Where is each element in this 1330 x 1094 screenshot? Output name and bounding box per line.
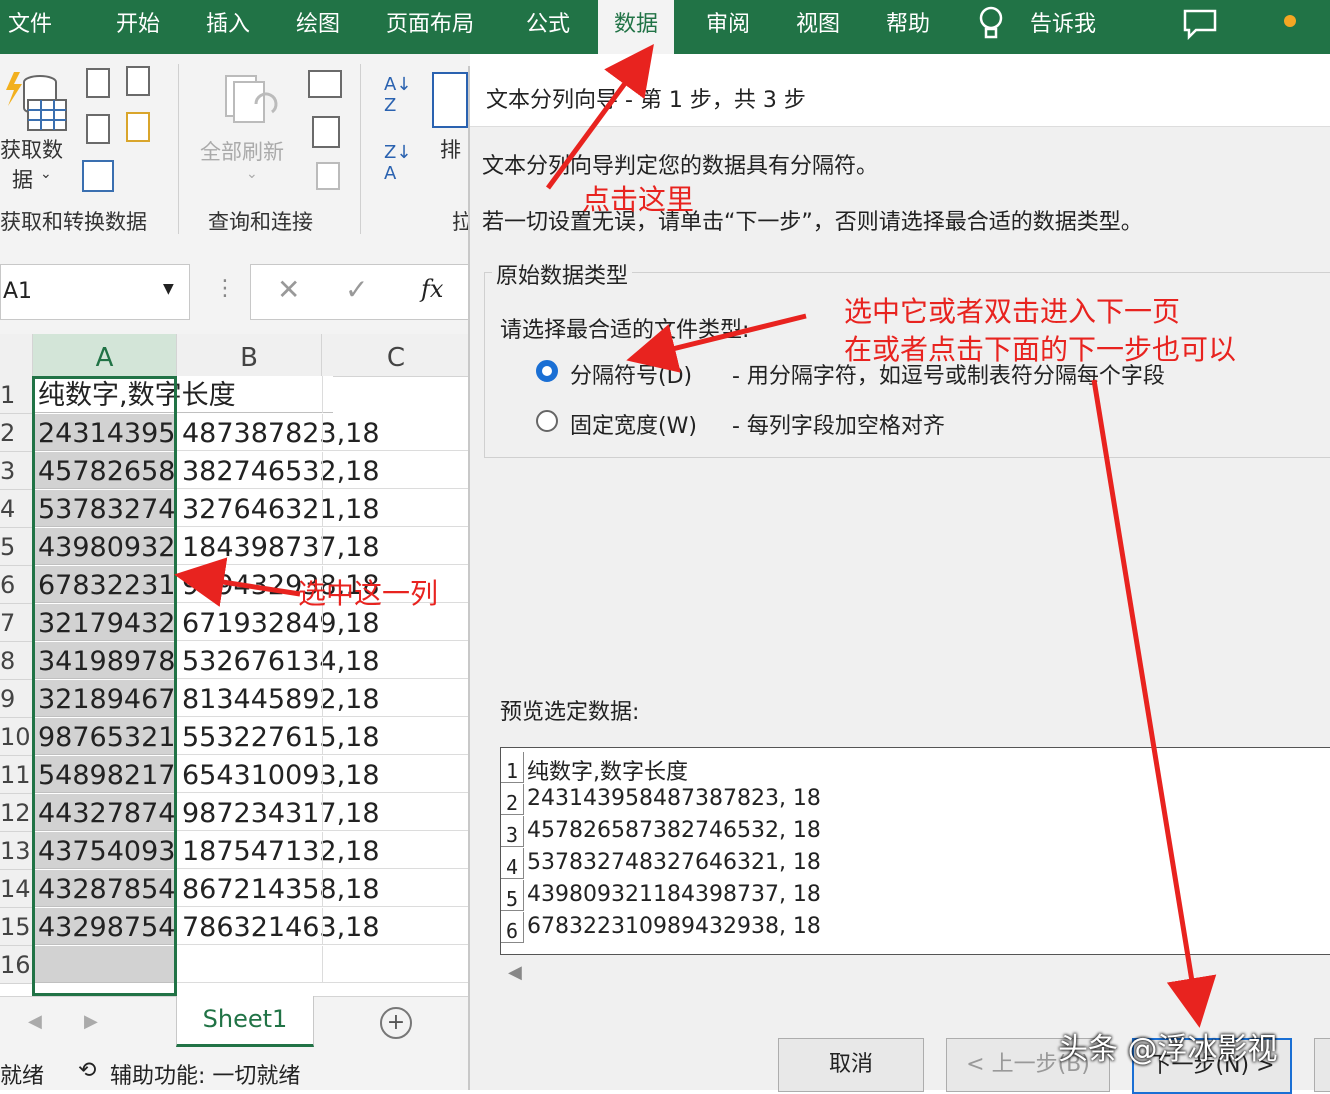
- annotation-select-column: 选中这一列: [298, 577, 439, 610]
- annotation-select-hint-1: 选中它或者双击进入下一页: [844, 295, 1181, 328]
- annotation-arrows: [174, 43, 1217, 1028]
- arrow-to-delimited-option: [626, 313, 807, 373]
- arrow-to-column-a: [174, 557, 301, 607]
- annotation-select-hint-2: 在或者点击下面的下一步也可以: [844, 333, 1237, 366]
- arrow-to-data-tab: [545, 43, 654, 190]
- arrow-to-next-button: [1091, 379, 1217, 1028]
- watermark: 头条 @浮冰影视: [1058, 1032, 1278, 1067]
- annotation-click-here: 点击这里: [582, 183, 695, 216]
